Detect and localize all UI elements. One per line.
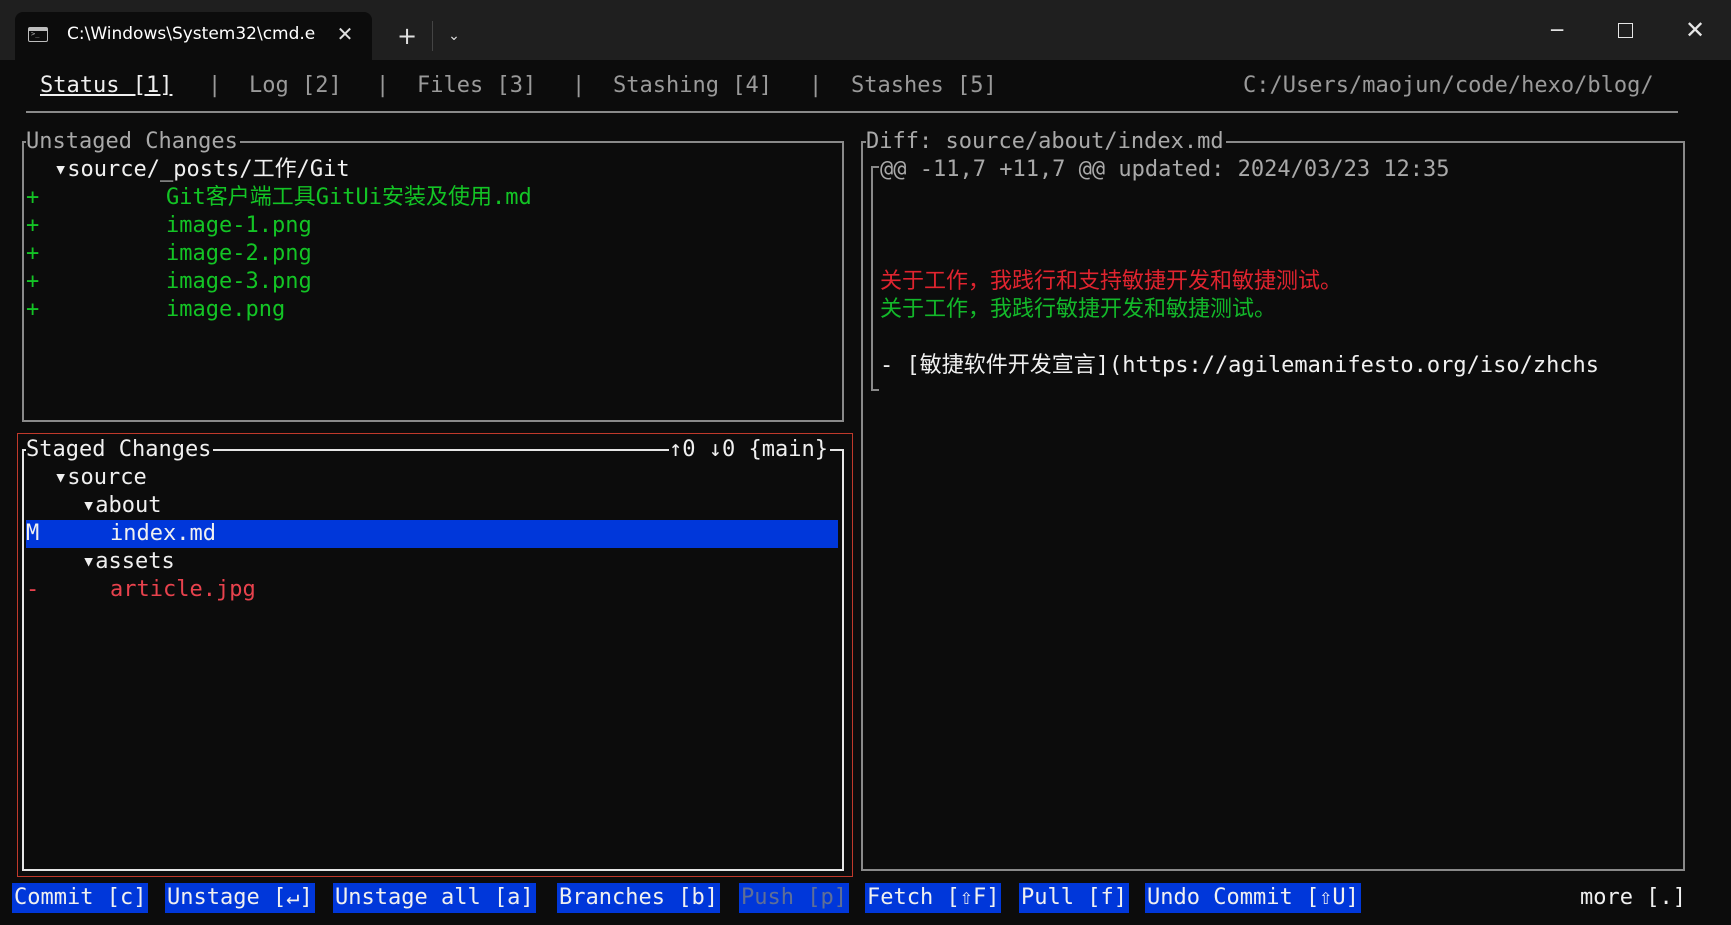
file-status: M bbox=[26, 521, 40, 546]
tree-folder-about[interactable]: ▾about bbox=[82, 492, 161, 520]
menu-separator: | bbox=[572, 73, 586, 98]
diff-panel[interactable] bbox=[861, 141, 1685, 871]
branches-button[interactable]: Branches [b] bbox=[557, 883, 720, 913]
unstaged-file[interactable]: image-3.png bbox=[166, 268, 312, 296]
file-status: + bbox=[26, 213, 40, 238]
terminal-icon bbox=[28, 27, 48, 42]
close-tab-icon[interactable]: ✕ bbox=[331, 20, 359, 48]
commit-button[interactable]: Commit [c] bbox=[12, 883, 149, 913]
unstage-button[interactable]: Unstage [↵] bbox=[165, 883, 315, 913]
menu-divider bbox=[26, 111, 1678, 113]
diff-removed-line: 关于工作，我践行和支持敏捷开发和敏捷测试。 bbox=[880, 269, 1343, 294]
maximize-button[interactable] bbox=[1600, 10, 1650, 50]
diff-panel-title: Diff: source/about/index.md bbox=[866, 128, 1226, 156]
menu-separator: | bbox=[376, 73, 390, 98]
hunk-header: @@ -11,7 +11,7 @@ updated: 2024/03/23 12… bbox=[880, 157, 1450, 182]
staged-file-article[interactable]: article.jpg bbox=[110, 576, 256, 604]
repo-path: C:/Users/maojun/code/hexo/blog/ bbox=[1243, 73, 1654, 98]
menu-separator: | bbox=[809, 73, 823, 98]
staged-panel-title: Staged Changes bbox=[26, 436, 214, 464]
branch-info: ↑0 ↓0 {main} bbox=[669, 436, 830, 464]
unstaged-file[interactable]: image.png bbox=[166, 296, 285, 324]
undo-commit-button[interactable]: Undo Commit [⇧U] bbox=[1145, 883, 1361, 913]
chevron-down-icon[interactable]: ⌄ bbox=[438, 20, 470, 52]
tab-separator bbox=[432, 21, 433, 51]
terminal-tab[interactable]: C:\Windows\System32\cmd.e ✕ bbox=[15, 12, 372, 60]
more-button[interactable]: more [.] bbox=[1580, 883, 1686, 913]
tab-log[interactable]: Log [2] bbox=[249, 72, 342, 100]
file-status: + bbox=[26, 185, 40, 210]
diff-context-line: - [敏捷软件开发宣言](https://agilemanifesto.org/… bbox=[880, 353, 1600, 378]
unstaged-file[interactable]: Git客户端工具GitUi安装及使用.md bbox=[166, 184, 532, 212]
new-tab-button[interactable]: + bbox=[391, 20, 423, 52]
file-status: + bbox=[26, 269, 40, 294]
unstaged-folder[interactable]: ▾source/_posts/工作/Git bbox=[54, 156, 350, 184]
unstaged-file[interactable]: image-1.png bbox=[166, 212, 312, 240]
minimize-button[interactable]: ─ bbox=[1532, 10, 1582, 50]
tab-stashes[interactable]: Stashes [5] bbox=[851, 72, 997, 100]
hunk-bracket bbox=[871, 166, 879, 391]
title-bar: C:\Windows\System32\cmd.e ✕ + ⌄ ─ ✕ bbox=[0, 0, 1731, 60]
maximize-icon bbox=[1617, 23, 1633, 38]
tree-folder-assets[interactable]: ▾assets bbox=[82, 548, 175, 576]
pull-button[interactable]: Pull [f] bbox=[1019, 883, 1129, 913]
tab-title: C:\Windows\System32\cmd.e bbox=[67, 24, 316, 44]
close-window-button[interactable]: ✕ bbox=[1670, 10, 1720, 50]
tab-stashing[interactable]: Stashing [4] bbox=[613, 72, 772, 100]
tab-files[interactable]: Files [3] bbox=[417, 72, 536, 100]
staged-file-index[interactable]: index.md bbox=[110, 520, 216, 548]
unstaged-panel-title: Unstaged Changes bbox=[26, 128, 240, 156]
unstage-all-button[interactable]: Unstage all [a] bbox=[333, 883, 536, 913]
file-status: + bbox=[26, 297, 40, 322]
tree-folder-source[interactable]: ▾source bbox=[54, 464, 147, 492]
push-button[interactable]: Push [p] bbox=[739, 883, 849, 913]
tab-status[interactable]: Status [1] bbox=[40, 72, 172, 100]
unstaged-file[interactable]: image-2.png bbox=[166, 240, 312, 268]
menu-separator: | bbox=[208, 73, 222, 98]
diff-added-line: 关于工作，我践行敏捷开发和敏捷测试。 bbox=[880, 297, 1277, 322]
fetch-button[interactable]: Fetch [⇧F] bbox=[865, 883, 1002, 913]
file-status: + bbox=[26, 241, 40, 266]
file-status: - bbox=[26, 577, 40, 602]
